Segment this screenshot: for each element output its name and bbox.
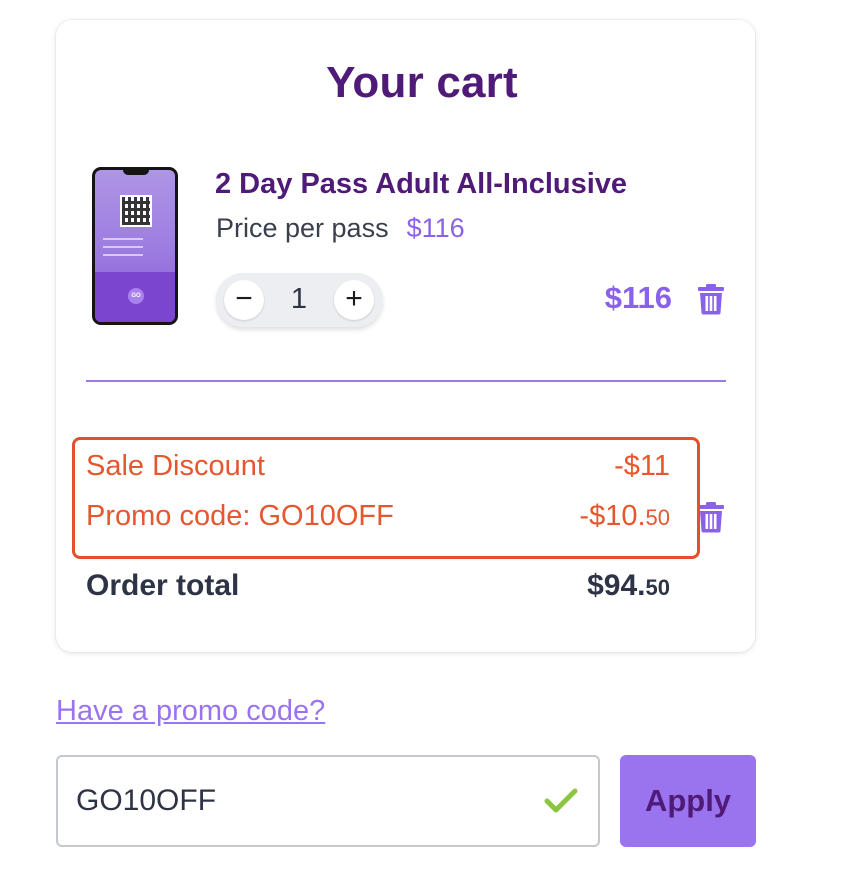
pass-phone-image: GO	[92, 167, 178, 325]
go-logo-icon: GO	[128, 288, 144, 304]
qr-code-icon	[120, 195, 152, 227]
sale-discount-value: -$11	[614, 450, 670, 482]
trash-icon[interactable]	[697, 283, 725, 315]
apply-button[interactable]: Apply	[620, 755, 756, 847]
sale-discount-label: Sale Discount	[86, 450, 265, 482]
price-per-pass: Price per pass $116	[216, 213, 465, 244]
quantity-stepper: − 1 +	[216, 273, 383, 327]
price-label: Price per pass	[216, 213, 389, 243]
promo-code-input[interactable]	[76, 757, 516, 845]
product-name: 2 Day Pass Adult All-Inclusive	[215, 168, 628, 200]
remove-promo-trash-icon[interactable]	[697, 501, 725, 533]
quantity-value: 1	[290, 283, 308, 315]
promo-discount-cents: 50	[645, 505, 670, 530]
decrease-quantity-button[interactable]: −	[224, 280, 264, 320]
pass-text-lines	[103, 238, 169, 262]
promo-discount-main: -$10.	[579, 500, 646, 532]
have-promo-code-link[interactable]: Have a promo code?	[56, 695, 325, 728]
phone-notch	[123, 170, 149, 175]
check-icon	[544, 788, 578, 813]
price-value: $116	[406, 213, 465, 243]
cart-title: Your cart	[326, 58, 518, 107]
order-total-value: $94.50	[587, 569, 670, 603]
promo-discount-value: -$10.50	[579, 500, 670, 533]
promo-code-field	[56, 755, 600, 847]
promo-discount-label: Promo code: GO10OFF	[86, 500, 394, 532]
line-total: $116	[604, 280, 672, 315]
order-total-main: $94.	[587, 569, 646, 602]
order-total-label: Order total	[86, 569, 240, 602]
increase-quantity-button[interactable]: +	[334, 280, 374, 320]
cart-divider	[86, 380, 726, 382]
order-total-cents: 50	[645, 575, 670, 600]
